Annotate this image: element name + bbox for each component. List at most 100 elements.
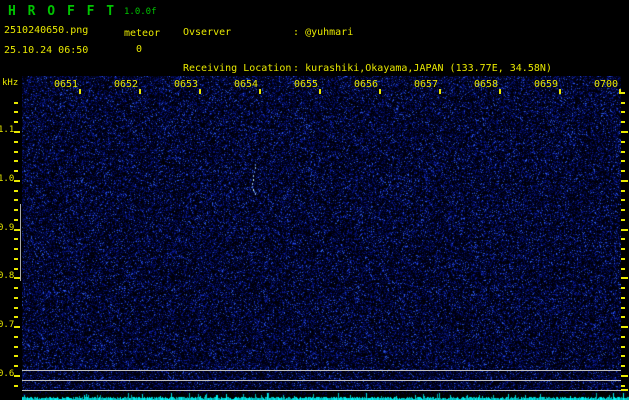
time-label: 0656 — [353, 79, 379, 90]
right-axis-minor-tick — [621, 160, 625, 162]
right-axis-major-tick — [621, 375, 628, 377]
frequency-unit-label: kHz — [2, 78, 19, 88]
time-label: 0658 — [473, 79, 499, 90]
info-value: @yuhmari — [305, 27, 354, 38]
time-axis-tick — [559, 89, 561, 94]
left-axis-minor-tick — [14, 199, 18, 201]
left-axis-minor-tick — [14, 316, 18, 318]
left-axis-major-tick — [14, 131, 20, 133]
left-axis-minor-tick — [14, 121, 18, 123]
meteor-count-value: 0 — [136, 44, 143, 55]
freq-label: 1.0 — [0, 174, 15, 184]
left-axis-minor-tick — [14, 355, 18, 357]
left-axis-major-tick — [14, 277, 20, 279]
left-axis-minor-tick — [14, 336, 18, 338]
right-axis-minor-tick — [621, 258, 625, 260]
left-axis-minor-tick — [14, 268, 18, 270]
left-axis-minor-tick — [14, 258, 18, 260]
time-label: 0653 — [173, 79, 199, 90]
time-label: 0659 — [533, 79, 559, 90]
right-axis-minor-tick — [621, 92, 625, 94]
right-axis-minor-tick — [621, 336, 625, 338]
freq-label: 1.1 — [0, 125, 15, 135]
right-axis-minor-tick — [621, 307, 625, 309]
left-axis-minor-tick — [14, 219, 18, 221]
left-axis-minor-tick — [14, 190, 18, 192]
right-axis-minor-tick — [621, 219, 625, 221]
info-label: Ovserver — [183, 27, 232, 38]
left-axis-major-tick — [14, 180, 20, 182]
app-title: H R O F F T — [8, 4, 117, 19]
info-separator: : — [293, 27, 300, 38]
level-reference-line — [22, 380, 621, 381]
right-axis-minor-tick — [621, 190, 625, 192]
right-axis-minor-tick — [621, 121, 625, 123]
right-axis-minor-tick — [621, 297, 625, 299]
count-band-marker — [20, 204, 21, 281]
left-axis-major-tick — [14, 375, 20, 377]
time-label: 0651 — [53, 79, 79, 90]
freq-label: 0.8 — [0, 271, 15, 281]
left-axis-minor-tick — [14, 209, 18, 211]
time-axis-tick — [199, 89, 201, 94]
right-axis-minor-tick — [621, 385, 625, 387]
time-axis-tick — [439, 89, 441, 94]
left-axis-major-tick — [14, 326, 20, 328]
time-axis-tick — [79, 89, 81, 94]
right-axis-minor-tick — [621, 365, 625, 367]
right-axis-minor-tick — [621, 287, 625, 289]
right-axis-minor-tick — [621, 355, 625, 357]
right-axis-minor-tick — [621, 170, 625, 172]
hrofft-window: H R O F F T 1.0.0f 2510240650.png meteor… — [0, 0, 629, 400]
left-axis-minor-tick — [14, 287, 18, 289]
freq-label: 0.7 — [0, 320, 15, 330]
meteor-count-label: meteor — [124, 28, 161, 39]
right-axis-major-tick — [621, 326, 628, 328]
right-axis-minor-tick — [621, 151, 625, 153]
time-axis-tick — [319, 89, 321, 94]
time-axis-tick — [259, 89, 261, 94]
freq-label: 0.6 — [0, 369, 15, 379]
time-axis-tick — [499, 89, 501, 94]
left-axis-minor-tick — [14, 238, 18, 240]
right-axis-minor-tick — [621, 199, 625, 201]
left-axis-minor-tick — [14, 365, 18, 367]
right-axis-major-tick — [621, 131, 628, 133]
info-line-location: Receiving Location: kurashiki,Okayama,JA… — [183, 63, 552, 75]
left-axis-minor-tick — [14, 160, 18, 162]
observation-datetime: 25.10.24 06:50 — [4, 45, 89, 56]
time-axis-tick — [139, 89, 141, 94]
right-axis-minor-tick — [621, 268, 625, 270]
time-axis-tick — [379, 89, 381, 94]
time-label: 0655 — [293, 79, 319, 90]
left-axis-minor-tick — [14, 102, 18, 104]
left-axis-major-tick — [14, 229, 20, 231]
time-label: 0654 — [233, 79, 259, 90]
app-version: 1.0.0f — [124, 7, 157, 17]
right-axis-minor-tick — [621, 316, 625, 318]
info-separator: : — [293, 63, 300, 74]
right-axis-minor-tick — [621, 238, 625, 240]
right-axis-minor-tick — [621, 248, 625, 250]
left-axis-minor-tick — [14, 297, 18, 299]
spectrogram-canvas — [22, 76, 621, 391]
right-axis-major-tick — [621, 180, 628, 182]
time-label: 0700 — [593, 79, 619, 90]
left-axis-minor-tick — [14, 151, 18, 153]
info-line-observer: Ovserver: @yuhmari — [183, 27, 552, 39]
level-reference-line — [22, 390, 621, 391]
left-axis-minor-tick — [14, 346, 18, 348]
left-axis-minor-tick — [14, 141, 18, 143]
signal-level-canvas — [22, 391, 629, 400]
right-axis-major-tick — [621, 229, 628, 231]
left-axis-minor-tick — [14, 248, 18, 250]
left-axis-minor-tick — [14, 385, 18, 387]
right-axis-minor-tick — [621, 102, 625, 104]
right-axis-minor-tick — [621, 111, 625, 113]
info-label: Receiving Location — [183, 63, 292, 74]
freq-label: 0.9 — [0, 223, 15, 233]
left-axis-minor-tick — [14, 170, 18, 172]
right-axis-minor-tick — [621, 346, 625, 348]
left-axis-minor-tick — [14, 111, 18, 113]
right-axis-minor-tick — [621, 141, 625, 143]
